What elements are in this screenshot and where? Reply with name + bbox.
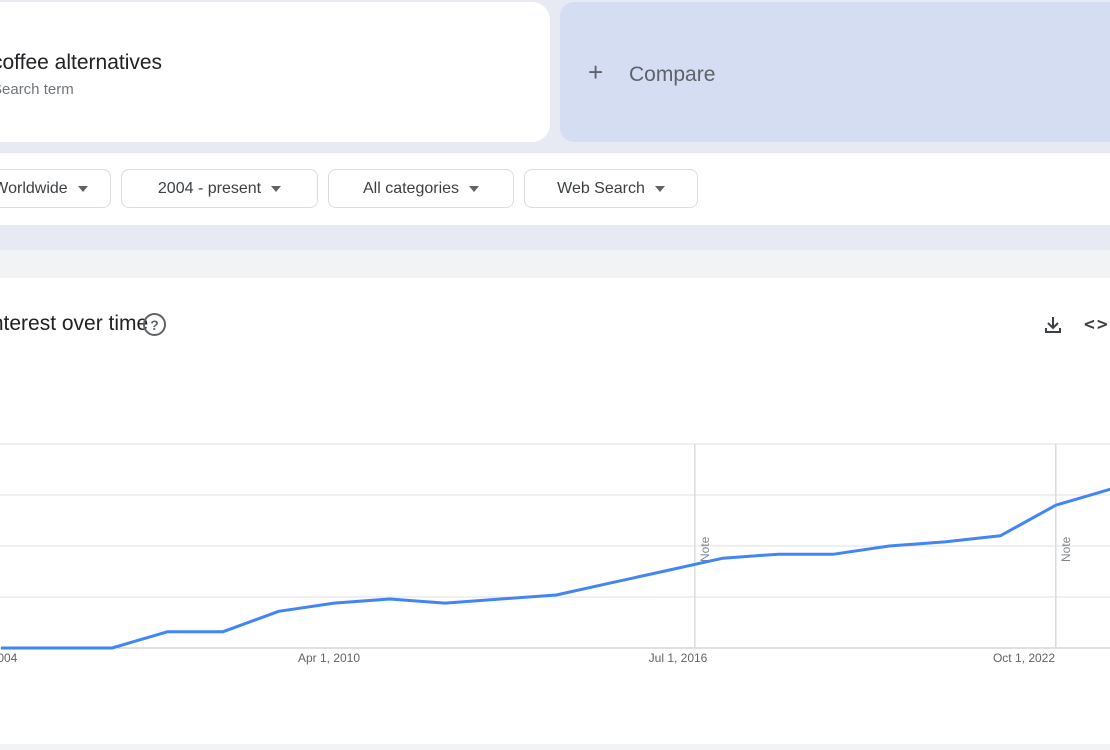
x-tick-label: Apr 1, 2010 bbox=[298, 651, 360, 665]
interest-series-line bbox=[1, 487, 1110, 650]
chart-grid bbox=[0, 443, 1110, 649]
search-type-value: Web Search bbox=[557, 179, 645, 197]
x-tick-label: Jul 1, 2016 bbox=[649, 651, 708, 665]
dropdown-arrow-icon bbox=[271, 185, 282, 192]
x-tick-label: 2004 bbox=[0, 651, 18, 665]
region-dropdown[interactable]: Worldwide bbox=[0, 169, 111, 208]
filter-bar: Worldwide 2004 - present All categories … bbox=[0, 153, 1110, 225]
dropdown-arrow-icon bbox=[654, 185, 665, 192]
region-value: Worldwide bbox=[0, 179, 68, 197]
annotation-label: Note bbox=[1059, 536, 1073, 562]
category-dropdown[interactable]: All categories bbox=[328, 169, 514, 208]
annotation-label: Note bbox=[698, 536, 712, 562]
x-axis-ticks: 2004 Apr 1, 2010 Jul 1, 2016 Oct 1, 2022 bbox=[0, 651, 1055, 665]
dropdown-arrow-icon bbox=[469, 185, 480, 192]
search-term-type: Search term bbox=[0, 81, 74, 98]
compare-button[interactable]: + Compare bbox=[560, 2, 1110, 142]
interest-over-time-panel: Interest over time ? <> NoteNote 2004Apr… bbox=[0, 278, 1110, 744]
interest-line-chart: Note Note 2004 Apr 1, 2010 Jul 1, 2016 Oct 1… bbox=[0, 443, 1110, 665]
compare-label: Compare bbox=[629, 63, 716, 86]
plus-icon: + bbox=[588, 57, 604, 87]
time-range-value: 2004 - present bbox=[157, 179, 262, 197]
search-term-card[interactable]: coffee alternatives Search term bbox=[0, 2, 550, 142]
category-value: All categories bbox=[362, 179, 460, 197]
search-type-dropdown[interactable]: Web Search bbox=[524, 169, 698, 208]
search-term-name: coffee alternatives bbox=[0, 51, 163, 74]
x-tick-label: Oct 1, 2022 bbox=[993, 651, 1055, 665]
time-range-dropdown[interactable]: 2004 - present bbox=[121, 169, 318, 208]
dropdown-arrow-icon bbox=[77, 185, 88, 192]
